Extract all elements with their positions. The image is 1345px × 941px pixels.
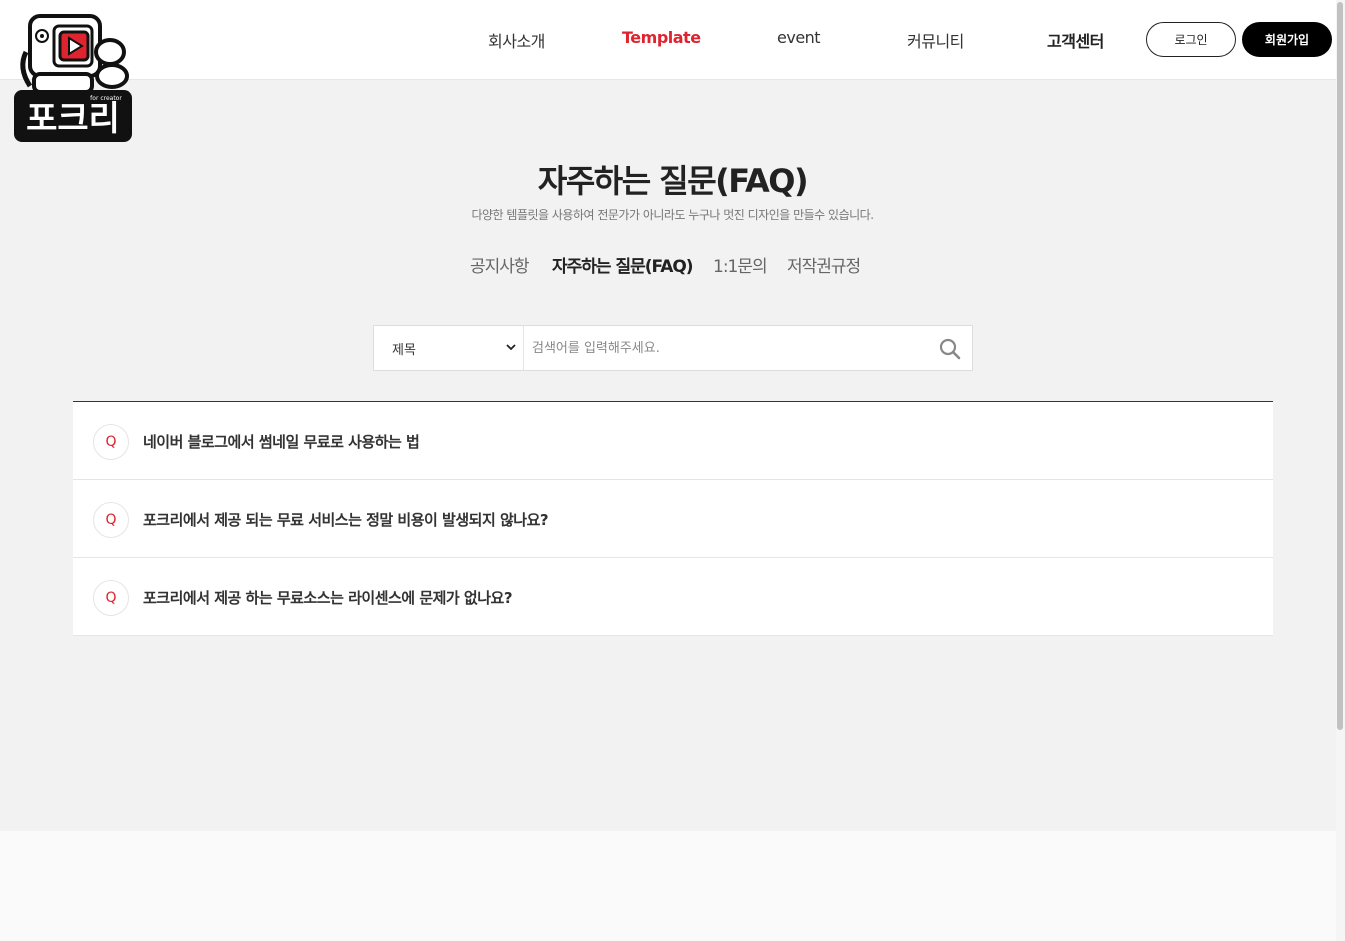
main-content: 자주하는 질문(FAQ) 다양한 템플릿을 사용하여 전문가가 아니라도 누구나… — [0, 80, 1345, 831]
svg-text:포크리: 포크리 — [26, 99, 120, 139]
page-scrollbar[interactable] — [1336, 0, 1345, 941]
faq-question: 포크리에서 제공 하는 무료소스는 라이센스에 문제가 없나요? — [143, 589, 513, 607]
faq-item[interactable]: Q 포크리에서 제공 되는 무료 서비스는 정말 비용이 발생되지 않나요? — [73, 480, 1273, 558]
faq-q-badge: Q — [93, 580, 129, 616]
logo-mascot-icon: 포크리 for creator — [14, 14, 132, 142]
faq-q-badge: Q — [93, 502, 129, 538]
faq-q-badge: Q — [93, 424, 129, 460]
faq-item[interactable]: Q 포크리에서 제공 하는 무료소스는 라이센스에 문제가 없나요? — [73, 558, 1273, 636]
site-header: 회사소개 Template event 커뮤니티 고객센터 로그인 회원가입 — [0, 0, 1345, 80]
search-bar: 제목 — [373, 325, 973, 371]
nav-item-community[interactable]: 커뮤니티 — [907, 28, 964, 52]
nav-item-template[interactable]: Template — [622, 28, 701, 47]
faq-item[interactable]: Q 네이버 블로그에서 썸네일 무료로 사용하는 법 — [73, 402, 1273, 480]
search-field-select[interactable]: 제목 — [374, 326, 524, 370]
nav-item-event[interactable]: event — [777, 28, 821, 47]
footer-area — [0, 831, 1345, 941]
page-title: 자주하는 질문(FAQ) — [537, 162, 809, 200]
search-input[interactable] — [526, 326, 926, 370]
join-button[interactable]: 회원가입 — [1242, 22, 1332, 57]
chevron-down-icon — [506, 344, 516, 351]
faq-question: 포크리에서 제공 되는 무료 서비스는 정말 비용이 발생되지 않나요? — [143, 511, 549, 529]
page-subtitle: 다양한 템플릿을 사용하여 전문가가 아니라도 누구나 멋진 디자인을 만들수 … — [471, 208, 874, 222]
faq-list: Q 네이버 블로그에서 썸네일 무료로 사용하는 법 Q 포크리에서 제공 되는… — [73, 401, 1273, 636]
tab-notice[interactable]: 공지사항 — [470, 252, 530, 277]
faq-question: 네이버 블로그에서 썸네일 무료로 사용하는 법 — [143, 433, 420, 451]
search-icon[interactable] — [938, 337, 962, 361]
svg-text:for creator: for creator — [90, 95, 122, 102]
nav-item-support[interactable]: 고객센터 — [1047, 28, 1104, 52]
scrollbar-thumb[interactable] — [1337, 2, 1343, 730]
search-select-value: 제목 — [392, 342, 416, 358]
tab-faq[interactable]: 자주하는 질문(FAQ) — [552, 252, 694, 279]
brand-logo[interactable]: 포크리 for creator — [12, 12, 134, 144]
tab-copyright[interactable]: 저작권규정 — [787, 252, 861, 277]
tab-inquiry[interactable]: 1:1문의 — [713, 252, 768, 277]
nav-item-company[interactable]: 회사소개 — [488, 28, 545, 52]
login-button[interactable]: 로그인 — [1146, 22, 1236, 57]
